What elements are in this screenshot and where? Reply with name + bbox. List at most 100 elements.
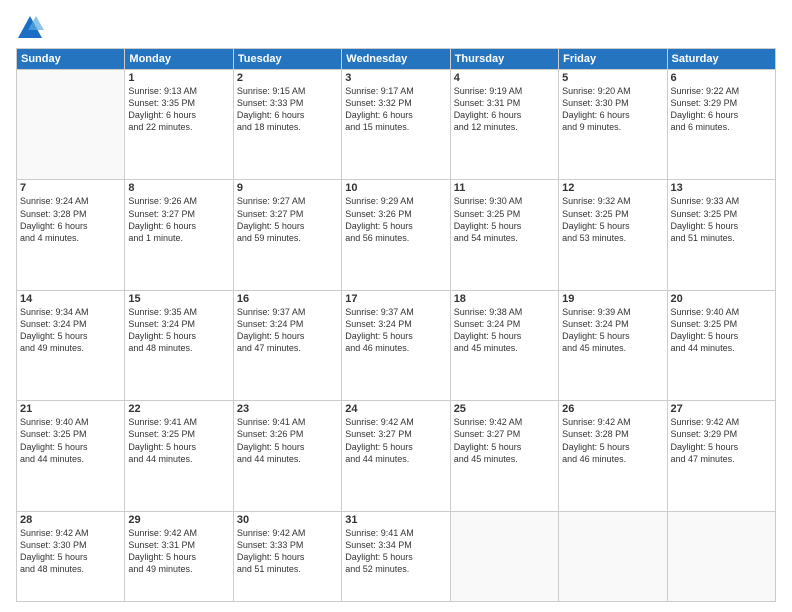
day-info: Sunrise: 9:27 AM Sunset: 3:27 PM Dayligh… [237, 195, 338, 244]
calendar-cell: 9Sunrise: 9:27 AM Sunset: 3:27 PM Daylig… [233, 180, 341, 290]
day-info: Sunrise: 9:22 AM Sunset: 3:29 PM Dayligh… [671, 85, 772, 134]
day-info: Sunrise: 9:40 AM Sunset: 3:25 PM Dayligh… [20, 416, 121, 465]
calendar-cell: 21Sunrise: 9:40 AM Sunset: 3:25 PM Dayli… [17, 401, 125, 511]
calendar-cell: 1Sunrise: 9:13 AM Sunset: 3:35 PM Daylig… [125, 70, 233, 180]
day-number: 29 [128, 514, 229, 526]
days-header-row: SundayMondayTuesdayWednesdayThursdayFrid… [17, 49, 776, 70]
calendar-cell: 26Sunrise: 9:42 AM Sunset: 3:28 PM Dayli… [559, 401, 667, 511]
day-number: 28 [20, 514, 121, 526]
calendar-cell: 10Sunrise: 9:29 AM Sunset: 3:26 PM Dayli… [342, 180, 450, 290]
calendar-cell: 2Sunrise: 9:15 AM Sunset: 3:33 PM Daylig… [233, 70, 341, 180]
day-number: 10 [345, 182, 446, 194]
day-number: 14 [20, 293, 121, 305]
week-row-4: 21Sunrise: 9:40 AM Sunset: 3:25 PM Dayli… [17, 401, 776, 511]
calendar-cell: 27Sunrise: 9:42 AM Sunset: 3:29 PM Dayli… [667, 401, 775, 511]
day-info: Sunrise: 9:15 AM Sunset: 3:33 PM Dayligh… [237, 85, 338, 134]
calendar-cell: 30Sunrise: 9:42 AM Sunset: 3:33 PM Dayli… [233, 511, 341, 601]
calendar-cell [559, 511, 667, 601]
day-info: Sunrise: 9:42 AM Sunset: 3:31 PM Dayligh… [128, 527, 229, 576]
day-number: 8 [128, 182, 229, 194]
calendar-cell: 29Sunrise: 9:42 AM Sunset: 3:31 PM Dayli… [125, 511, 233, 601]
calendar-cell: 24Sunrise: 9:42 AM Sunset: 3:27 PM Dayli… [342, 401, 450, 511]
logo [16, 14, 48, 42]
week-row-5: 28Sunrise: 9:42 AM Sunset: 3:30 PM Dayli… [17, 511, 776, 601]
day-info: Sunrise: 9:20 AM Sunset: 3:30 PM Dayligh… [562, 85, 663, 134]
day-info: Sunrise: 9:38 AM Sunset: 3:24 PM Dayligh… [454, 306, 555, 355]
calendar-cell: 8Sunrise: 9:26 AM Sunset: 3:27 PM Daylig… [125, 180, 233, 290]
day-header-saturday: Saturday [667, 49, 775, 70]
day-info: Sunrise: 9:42 AM Sunset: 3:27 PM Dayligh… [454, 416, 555, 465]
day-info: Sunrise: 9:19 AM Sunset: 3:31 PM Dayligh… [454, 85, 555, 134]
day-number: 23 [237, 403, 338, 415]
day-info: Sunrise: 9:29 AM Sunset: 3:26 PM Dayligh… [345, 195, 446, 244]
calendar-cell: 31Sunrise: 9:41 AM Sunset: 3:34 PM Dayli… [342, 511, 450, 601]
day-number: 31 [345, 514, 446, 526]
day-header-thursday: Thursday [450, 49, 558, 70]
day-info: Sunrise: 9:42 AM Sunset: 3:28 PM Dayligh… [562, 416, 663, 465]
calendar-cell: 13Sunrise: 9:33 AM Sunset: 3:25 PM Dayli… [667, 180, 775, 290]
day-info: Sunrise: 9:42 AM Sunset: 3:27 PM Dayligh… [345, 416, 446, 465]
calendar-cell [667, 511, 775, 601]
day-number: 11 [454, 182, 555, 194]
day-number: 6 [671, 72, 772, 84]
day-info: Sunrise: 9:42 AM Sunset: 3:30 PM Dayligh… [20, 527, 121, 576]
calendar-cell: 19Sunrise: 9:39 AM Sunset: 3:24 PM Dayli… [559, 290, 667, 400]
calendar-cell: 23Sunrise: 9:41 AM Sunset: 3:26 PM Dayli… [233, 401, 341, 511]
day-info: Sunrise: 9:39 AM Sunset: 3:24 PM Dayligh… [562, 306, 663, 355]
day-info: Sunrise: 9:42 AM Sunset: 3:29 PM Dayligh… [671, 416, 772, 465]
calendar: SundayMondayTuesdayWednesdayThursdayFrid… [16, 48, 776, 602]
day-number: 9 [237, 182, 338, 194]
calendar-cell: 5Sunrise: 9:20 AM Sunset: 3:30 PM Daylig… [559, 70, 667, 180]
day-number: 2 [237, 72, 338, 84]
day-number: 12 [562, 182, 663, 194]
day-info: Sunrise: 9:32 AM Sunset: 3:25 PM Dayligh… [562, 195, 663, 244]
day-number: 17 [345, 293, 446, 305]
day-number: 20 [671, 293, 772, 305]
day-number: 1 [128, 72, 229, 84]
calendar-cell: 25Sunrise: 9:42 AM Sunset: 3:27 PM Dayli… [450, 401, 558, 511]
day-info: Sunrise: 9:37 AM Sunset: 3:24 PM Dayligh… [345, 306, 446, 355]
day-info: Sunrise: 9:40 AM Sunset: 3:25 PM Dayligh… [671, 306, 772, 355]
day-header-wednesday: Wednesday [342, 49, 450, 70]
calendar-cell: 28Sunrise: 9:42 AM Sunset: 3:30 PM Dayli… [17, 511, 125, 601]
week-row-1: 1Sunrise: 9:13 AM Sunset: 3:35 PM Daylig… [17, 70, 776, 180]
day-number: 4 [454, 72, 555, 84]
day-number: 30 [237, 514, 338, 526]
day-number: 27 [671, 403, 772, 415]
week-row-3: 14Sunrise: 9:34 AM Sunset: 3:24 PM Dayli… [17, 290, 776, 400]
header [16, 10, 776, 42]
page: SundayMondayTuesdayWednesdayThursdayFrid… [0, 0, 792, 612]
day-number: 19 [562, 293, 663, 305]
day-info: Sunrise: 9:13 AM Sunset: 3:35 PM Dayligh… [128, 85, 229, 134]
calendar-cell: 3Sunrise: 9:17 AM Sunset: 3:32 PM Daylig… [342, 70, 450, 180]
day-info: Sunrise: 9:37 AM Sunset: 3:24 PM Dayligh… [237, 306, 338, 355]
day-number: 18 [454, 293, 555, 305]
calendar-cell: 15Sunrise: 9:35 AM Sunset: 3:24 PM Dayli… [125, 290, 233, 400]
day-number: 26 [562, 403, 663, 415]
day-info: Sunrise: 9:35 AM Sunset: 3:24 PM Dayligh… [128, 306, 229, 355]
calendar-cell: 20Sunrise: 9:40 AM Sunset: 3:25 PM Dayli… [667, 290, 775, 400]
day-number: 15 [128, 293, 229, 305]
calendar-cell: 18Sunrise: 9:38 AM Sunset: 3:24 PM Dayli… [450, 290, 558, 400]
day-number: 22 [128, 403, 229, 415]
day-number: 7 [20, 182, 121, 194]
calendar-cell: 22Sunrise: 9:41 AM Sunset: 3:25 PM Dayli… [125, 401, 233, 511]
day-info: Sunrise: 9:33 AM Sunset: 3:25 PM Dayligh… [671, 195, 772, 244]
calendar-cell: 14Sunrise: 9:34 AM Sunset: 3:24 PM Dayli… [17, 290, 125, 400]
calendar-cell: 12Sunrise: 9:32 AM Sunset: 3:25 PM Dayli… [559, 180, 667, 290]
calendar-cell: 4Sunrise: 9:19 AM Sunset: 3:31 PM Daylig… [450, 70, 558, 180]
day-info: Sunrise: 9:30 AM Sunset: 3:25 PM Dayligh… [454, 195, 555, 244]
week-row-2: 7Sunrise: 9:24 AM Sunset: 3:28 PM Daylig… [17, 180, 776, 290]
day-info: Sunrise: 9:41 AM Sunset: 3:26 PM Dayligh… [237, 416, 338, 465]
day-header-sunday: Sunday [17, 49, 125, 70]
day-number: 13 [671, 182, 772, 194]
day-header-monday: Monday [125, 49, 233, 70]
calendar-cell: 7Sunrise: 9:24 AM Sunset: 3:28 PM Daylig… [17, 180, 125, 290]
day-number: 21 [20, 403, 121, 415]
day-header-friday: Friday [559, 49, 667, 70]
day-info: Sunrise: 9:41 AM Sunset: 3:34 PM Dayligh… [345, 527, 446, 576]
calendar-cell [450, 511, 558, 601]
calendar-cell [17, 70, 125, 180]
calendar-cell: 17Sunrise: 9:37 AM Sunset: 3:24 PM Dayli… [342, 290, 450, 400]
day-info: Sunrise: 9:42 AM Sunset: 3:33 PM Dayligh… [237, 527, 338, 576]
